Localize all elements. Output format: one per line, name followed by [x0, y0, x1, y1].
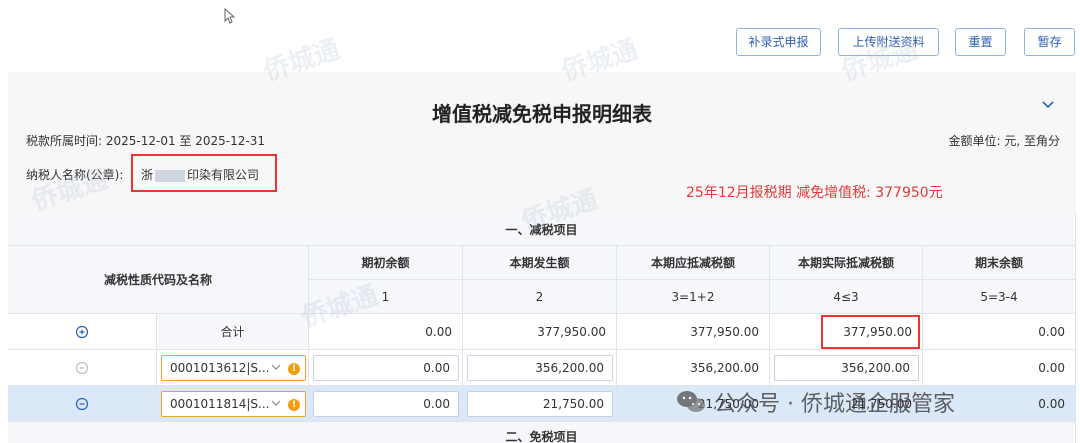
- supplementary-declare-button[interactable]: 补录式申报: [736, 28, 821, 56]
- section-title: 一、减税项目: [8, 214, 1076, 246]
- amount-unit-value: 元, 至角分: [1004, 134, 1060, 148]
- chevron-down-icon[interactable]: [1040, 96, 1056, 112]
- tax-period-label: 税款所属时间:: [26, 134, 103, 148]
- minus-circle-icon[interactable]: [75, 361, 89, 375]
- tax-period: 税款所属时间: 2025-12-01 至 2025-12-31: [26, 132, 265, 149]
- chevron-down-icon: [271, 364, 281, 370]
- save-draft-button[interactable]: 暂存: [1024, 28, 1075, 56]
- col-header-code-name: 减税性质代码及名称: [8, 246, 309, 314]
- page-title: 增值税减免税申报明细表: [432, 102, 652, 126]
- col-header-current: 本期发生额: [463, 246, 617, 280]
- total-row-expand-cell: [8, 314, 157, 350]
- upload-attachments-button[interactable]: 上传附送资料: [838, 28, 939, 56]
- col-num-opening: 1: [309, 280, 463, 314]
- total-closing: 0.00: [923, 314, 1076, 350]
- col-header-opening: 期初余额: [309, 246, 463, 280]
- minus-circle-icon[interactable]: [75, 397, 89, 411]
- reset-button[interactable]: 重置: [955, 28, 1006, 56]
- row-1-collapse-cell: [8, 350, 157, 386]
- next-section-title: 二、免税项目: [8, 422, 1076, 443]
- total-current: 377,950.00: [463, 314, 617, 350]
- total-opening: 0.00: [309, 314, 463, 350]
- declaration-panel: 增值税减免税申报明细表 税款所属时间: 2025-12-01 至 2025-12…: [8, 72, 1076, 443]
- row-2-actual: 21,750.00: [770, 386, 923, 422]
- redaction-blur: [155, 169, 186, 182]
- warning-icon: !: [288, 363, 300, 375]
- amount-unit-label: 金额单位:: [948, 134, 1001, 148]
- row-1-closing: 0.00: [923, 350, 1076, 386]
- mouse-cursor-icon: [224, 7, 238, 26]
- row-1-deductible: 356,200.00: [617, 350, 770, 386]
- row-2-code-cell: 0001011814|S... !: [157, 386, 309, 422]
- col-num-actual: 4≤3: [770, 280, 923, 314]
- amount-unit: 金额单位: 元, 至角分: [948, 132, 1060, 149]
- total-deductible: 377,950.00: [617, 314, 770, 350]
- col-num-current: 2: [463, 280, 617, 314]
- row-1-current-input[interactable]: 356,200.00: [467, 355, 613, 381]
- taxpayer-name-value: 浙印染有限公司: [141, 168, 260, 182]
- row-1-actual-input[interactable]: 356,200.00: [774, 355, 919, 381]
- highlight-box: [821, 315, 920, 349]
- row-2-current-input[interactable]: 21,750.00: [467, 391, 613, 417]
- row-2-deductible: 21,750.00: [617, 386, 770, 422]
- row-2-closing: 0.00: [923, 386, 1076, 422]
- toolbar: 补录式申报 上传附送资料 重置 暂存: [0, 0, 1080, 72]
- col-header-deductible: 本期应抵减税额: [617, 246, 770, 280]
- row-2-collapse-cell: [8, 386, 157, 422]
- col-num-closing: 5=3-4: [923, 280, 1076, 314]
- taxpayer-name-label: 纳税人名称(公章):: [26, 168, 124, 182]
- reduction-code-select[interactable]: 0001013612|S... !: [161, 355, 306, 381]
- row-1-code-cell: 0001013612|S... !: [157, 350, 309, 386]
- reduction-table: 一、减税项目 减税性质代码及名称 期初余额 本期发生额 本期应抵减税额 本期实际…: [8, 214, 1076, 443]
- reduction-note: 25年12月报税期 减免增值税: 377950元: [686, 185, 943, 201]
- row-1-opening-input[interactable]: 0.00: [313, 355, 459, 381]
- col-num-deductible: 3=1+2: [617, 280, 770, 314]
- row-2-opening-input[interactable]: 0.00: [313, 391, 459, 417]
- col-header-closing: 期末余额: [923, 246, 1076, 280]
- tax-period-value: 2025-12-01 至 2025-12-31: [105, 134, 265, 148]
- chevron-down-icon: [271, 400, 281, 406]
- col-header-actual: 本期实际抵减税额: [770, 246, 923, 280]
- plus-circle-icon[interactable]: [75, 325, 89, 339]
- reduction-code-select[interactable]: 0001011814|S... !: [161, 391, 306, 417]
- total-row-label: 合计: [157, 314, 309, 350]
- warning-icon: !: [288, 399, 300, 411]
- taxpayer-name: 纳税人名称(公章): 浙印染有限公司: [26, 154, 277, 192]
